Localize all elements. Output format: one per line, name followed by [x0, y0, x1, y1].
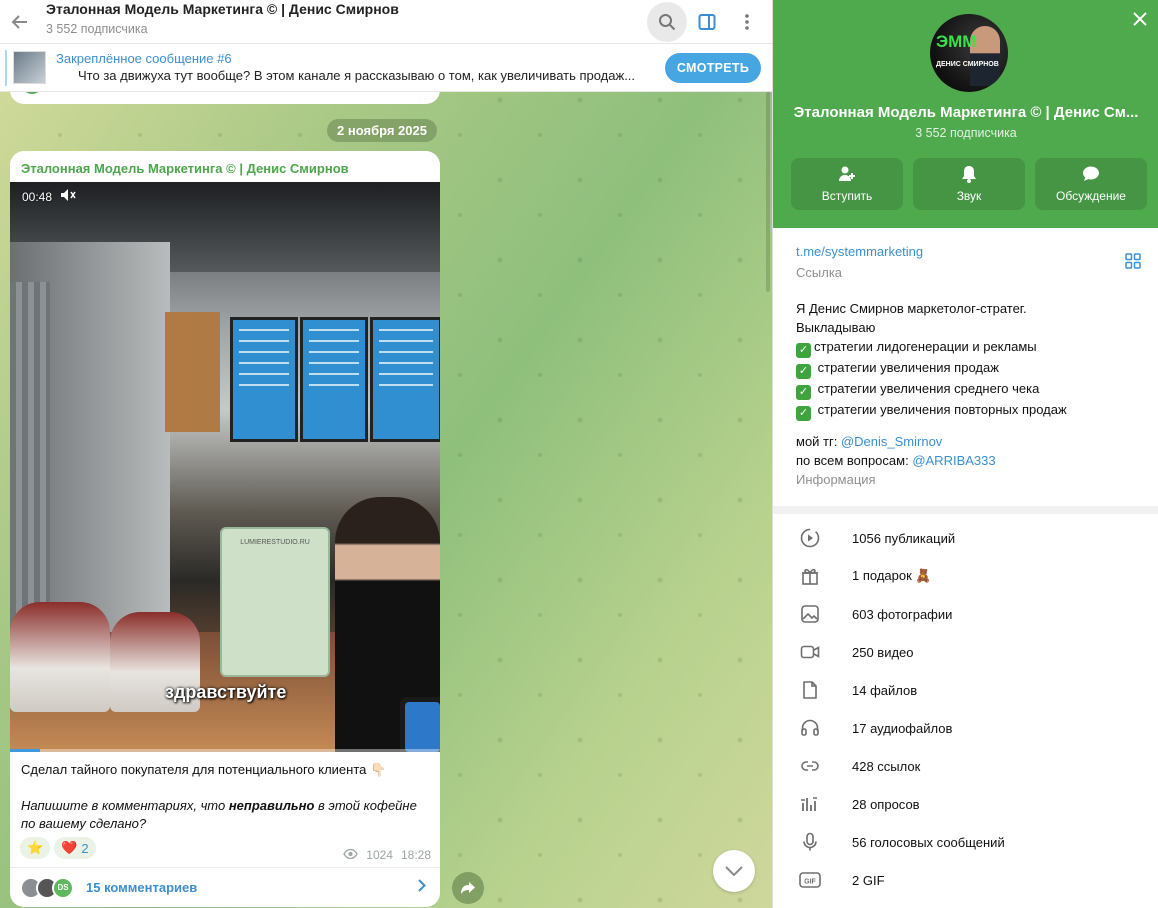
scrollbar[interactable]: [766, 92, 770, 292]
headphones-icon: [798, 716, 822, 740]
discussion-button[interactable]: Обсуждение: [1035, 158, 1147, 210]
post-author[interactable]: Эталонная Модель Маркетинга © | Денис См…: [21, 161, 349, 176]
back-arrow-icon[interactable]: [0, 0, 40, 44]
chat-title-block[interactable]: Эталонная Модель Маркетинга © | Денис См…: [40, 1, 647, 37]
stat-voice[interactable]: 56 голосовых сообщений: [773, 823, 1158, 861]
side-panel-toggle-icon[interactable]: [687, 2, 727, 42]
channel-link[interactable]: t.me/systemmarketing: [796, 244, 923, 259]
post-text-line2: Напишите в комментариях, что неправильно…: [21, 798, 417, 831]
pinned-thumbnail: [13, 51, 46, 84]
search-icon[interactable]: [647, 1, 687, 42]
pinned-title: Закреплённое сообщение #6: [56, 50, 232, 66]
stat-links[interactable]: 428 ссылок: [773, 747, 1158, 785]
poll-icon: [798, 792, 822, 816]
video-subtitle: здравствуйте: [165, 682, 287, 702]
gift-icon: [798, 564, 822, 588]
chevron-right-icon: [418, 878, 426, 897]
share-icon[interactable]: [452, 872, 484, 904]
more-options-icon[interactable]: [727, 2, 767, 42]
file-icon: [798, 678, 822, 702]
reaction-star[interactable]: ⭐: [20, 837, 51, 859]
profile-header: ЭММ ДЕНИС СМИРНОВ Эталонная Модель Марке…: [773, 0, 1158, 228]
stat-photos[interactable]: 603 фотографии: [773, 595, 1158, 633]
bell-icon: [962, 166, 976, 183]
comments-link[interactable]: 15 комментариев: [86, 880, 418, 895]
comments-bar[interactable]: DS 15 комментариев: [10, 867, 440, 907]
link-caption: Ссылка: [796, 265, 843, 280]
video-progress[interactable]: [10, 749, 440, 752]
stat-audio[interactable]: 17 аудиофайлов: [773, 709, 1158, 747]
video-time: 00:48: [22, 190, 53, 204]
view-pinned-button[interactable]: СМОТРЕТЬ: [665, 52, 761, 83]
stat-publications[interactable]: 1056 публикаций: [773, 519, 1158, 557]
reaction-heart[interactable]: ❤️ 2: [54, 837, 96, 859]
channel-info: t.me/systemmarketing Ссылка Я Денис Смир…: [773, 228, 1158, 506]
profile-panel: ЭММ ДЕНИС СМИРНОВ Эталонная Модель Марке…: [772, 0, 1158, 908]
channel-description: Я Денис Смирнов маркетолог-стратег. Выкл…: [796, 301, 1067, 421]
stat-polls[interactable]: 28 опросов: [773, 785, 1158, 823]
link-icon: [798, 754, 822, 778]
video-player[interactable]: LUMIERESTUDIO.RU 00:48 здравствуйте: [10, 182, 440, 752]
svg-text:GIF: GIF: [804, 879, 816, 886]
media-stats-list: 1056 публикаций 1 подарок 🧸 603 фотограф…: [773, 514, 1158, 908]
view-count: 1024: [366, 848, 393, 862]
stat-files[interactable]: 14 файлов: [773, 671, 1158, 709]
my-tg-link[interactable]: @Denis_Smirnov: [841, 434, 942, 449]
info-caption: Информация: [796, 472, 876, 487]
stat-gifts[interactable]: 1 подарок 🧸: [773, 557, 1158, 595]
reactions: ⭐ ❤️ 2: [20, 837, 96, 859]
commenter-avatar: DS: [52, 876, 74, 899]
qr-code-icon[interactable]: [1125, 253, 1141, 272]
post-time: 18:28: [400, 848, 431, 862]
mute-icon[interactable]: [60, 188, 76, 205]
chat-title: Эталонная Модель Маркетинга © | Денис См…: [46, 0, 399, 17]
pinned-preview: Что за движуха тут вообще? В этом канале…: [78, 67, 636, 83]
stat-gif[interactable]: GIF 2 GIF: [773, 861, 1158, 899]
contact-handles: мой тг: @Denis_Smirnov по всем вопросам:…: [796, 434, 996, 468]
stand-label: LUMIERESTUDIO.RU: [240, 539, 310, 546]
close-icon[interactable]: [1133, 6, 1147, 32]
chat-header: Эталонная Модель Маркетинга © | Денис См…: [0, 0, 772, 44]
chat-bubble-icon: [1083, 166, 1099, 181]
questions-link[interactable]: @ARRIBA333: [912, 453, 995, 468]
chat-area: Эталонная Модель Маркетинга © | Денис См…: [0, 0, 772, 908]
reaction-heart-count: 2: [81, 840, 89, 856]
video-icon: [798, 640, 822, 664]
post-meta: 1024 18:28: [343, 848, 431, 862]
post-text-line1: Сделал тайного покупателя для потенциаль…: [21, 762, 387, 777]
scroll-down-icon[interactable]: [713, 850, 755, 892]
channel-avatar[interactable]: ЭММ ДЕНИС СМИРНОВ: [930, 14, 1008, 92]
chat-subscriber-count: 3 552 подписчика: [46, 21, 148, 36]
post-text: Сделал тайного покупателя для потенциаль…: [21, 761, 433, 833]
channel-post: Эталонная Модель Маркетинга © | Денис См…: [10, 151, 440, 907]
photo-icon: [798, 602, 822, 626]
sound-button[interactable]: Звук: [913, 158, 1025, 210]
microphone-icon: [798, 830, 822, 854]
add-user-icon: [839, 166, 855, 181]
play-circle-icon: [798, 526, 822, 550]
join-button[interactable]: Вступить: [791, 158, 903, 210]
stat-videos[interactable]: 250 видео: [773, 633, 1158, 671]
date-separator: 2 ноября 2025: [327, 119, 437, 142]
views-icon: [343, 848, 359, 862]
subscriber-count: 3 552 подписчика: [915, 126, 1017, 140]
gif-icon: GIF: [798, 868, 822, 892]
channel-name: Эталонная Модель Маркетинга © | Денис См…: [793, 104, 1139, 121]
pinned-message-bar[interactable]: Закреплённое сообщение #6 Что за движуха…: [0, 44, 772, 92]
pinned-indicator: [5, 50, 7, 86]
